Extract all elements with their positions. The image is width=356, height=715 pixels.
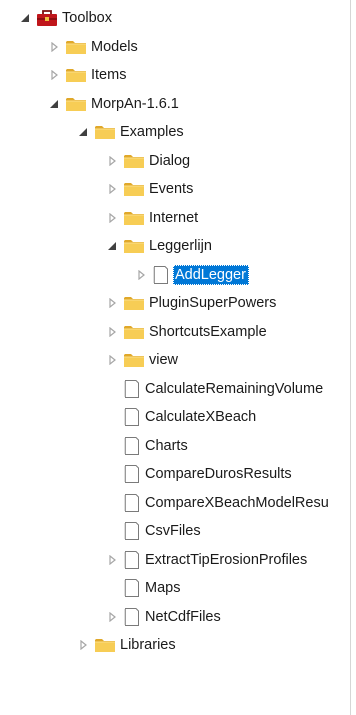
tree-item-label: Maps — [145, 580, 181, 597]
document-icon — [123, 379, 141, 399]
collapsed-arrow-icon[interactable] — [47, 68, 61, 82]
tree-item-label: MorpAn-1.6.1 — [91, 95, 179, 112]
tree-item[interactable]: Leggerlijn — [0, 232, 350, 261]
collapsed-arrow-icon[interactable] — [134, 268, 148, 282]
tree-item-label: view — [149, 352, 179, 369]
tree-item-label: Libraries — [120, 637, 176, 654]
tree-item-label: PluginSuperPowers — [149, 295, 277, 312]
expanded-arrow-icon[interactable] — [105, 239, 119, 253]
tree-item[interactable]: ShortcutsExample — [0, 318, 350, 347]
tree-item-label: Leggerlijn — [149, 238, 212, 255]
document-icon — [123, 550, 141, 570]
expander-placeholder — [105, 382, 119, 396]
expanded-arrow-icon[interactable] — [18, 11, 32, 25]
collapsed-arrow-icon[interactable] — [105, 182, 119, 196]
tree-item-label: CsvFiles — [145, 523, 201, 540]
folder-icon — [123, 181, 145, 197]
tree-item-label: CalculateRemainingVolume — [145, 380, 324, 397]
folder-icon — [123, 153, 145, 169]
tree-item[interactable]: Internet — [0, 204, 350, 233]
tree-item[interactable]: ExtractTipErosionProfiles — [0, 546, 350, 575]
tree-item[interactable]: view — [0, 346, 350, 375]
document-icon — [123, 578, 141, 598]
folder-icon — [65, 39, 87, 55]
tree-item-label: Internet — [149, 209, 199, 226]
tree-item[interactable]: CompareDurosResults — [0, 460, 350, 489]
folder-icon — [94, 124, 116, 140]
document-icon — [152, 265, 170, 285]
tree-item-label: AddLegger — [173, 264, 249, 285]
expanded-arrow-icon[interactable] — [76, 125, 90, 139]
folder-icon — [123, 324, 145, 340]
folder-icon — [94, 637, 116, 653]
expander-placeholder — [105, 496, 119, 510]
tree-item[interactable]: Toolbox — [0, 4, 350, 33]
tree-item[interactable]: PluginSuperPowers — [0, 289, 350, 318]
folder-icon — [123, 352, 145, 368]
tree-item[interactable]: CalculateRemainingVolume — [0, 375, 350, 404]
tree-item[interactable]: NetCdfFiles — [0, 603, 350, 632]
tree-item[interactable]: MorpAn-1.6.1 — [0, 90, 350, 119]
tree-item[interactable]: Charts — [0, 432, 350, 461]
tree-item-label: NetCdfFiles — [145, 608, 221, 625]
tree-item[interactable]: CalculateXBeach — [0, 403, 350, 432]
tree-item[interactable]: Maps — [0, 574, 350, 603]
folder-icon — [123, 295, 145, 311]
tree-item-label: ShortcutsExample — [149, 323, 267, 340]
expander-placeholder — [105, 581, 119, 595]
collapsed-arrow-icon[interactable] — [105, 154, 119, 168]
collapsed-arrow-icon[interactable] — [105, 610, 119, 624]
toolbox-icon — [36, 9, 58, 27]
document-icon — [123, 407, 141, 427]
tree-item[interactable]: Items — [0, 61, 350, 90]
tree-item[interactable]: Libraries — [0, 631, 350, 660]
folder-icon — [65, 67, 87, 83]
document-icon — [123, 607, 141, 627]
tree-item-label: Events — [149, 181, 194, 198]
tree-item[interactable]: AddLegger — [0, 261, 350, 290]
pane-divider — [350, 0, 351, 715]
collapsed-arrow-icon[interactable] — [76, 638, 90, 652]
tree-item[interactable]: CompareXBeachModelResu — [0, 489, 350, 518]
tree-item-label: Models — [91, 38, 138, 55]
tree-item-label: Dialog — [149, 152, 191, 169]
tree-item[interactable]: CsvFiles — [0, 517, 350, 546]
tree-item-label: CalculateXBeach — [145, 409, 257, 426]
tree-item[interactable]: Examples — [0, 118, 350, 147]
tree-item-label: Items — [91, 67, 127, 84]
tree-item-label: Charts — [145, 437, 188, 454]
collapsed-arrow-icon[interactable] — [105, 325, 119, 339]
collapsed-arrow-icon[interactable] — [105, 211, 119, 225]
expander-placeholder — [105, 467, 119, 481]
document-icon — [123, 521, 141, 541]
tree-item-label: CompareDurosResults — [145, 466, 292, 483]
folder-icon — [123, 210, 145, 226]
tree-item-label: Toolbox — [62, 10, 112, 27]
expanded-arrow-icon[interactable] — [47, 97, 61, 111]
tree-item-label: CompareXBeachModelResu — [145, 494, 329, 511]
tree-item[interactable]: Models — [0, 33, 350, 62]
collapsed-arrow-icon[interactable] — [47, 40, 61, 54]
tree-item-label: Examples — [120, 124, 184, 141]
collapsed-arrow-icon[interactable] — [105, 296, 119, 310]
tree-item-label: ExtractTipErosionProfiles — [145, 551, 308, 568]
tree-item[interactable]: Events — [0, 175, 350, 204]
folder-icon — [123, 238, 145, 254]
expander-placeholder — [105, 439, 119, 453]
toolbox-tree: Toolbox Models Items MorpAn-1.6.1 Examples Di… — [0, 4, 350, 715]
document-icon — [123, 464, 141, 484]
folder-icon — [65, 96, 87, 112]
tree-item[interactable]: Dialog — [0, 147, 350, 176]
expander-placeholder — [105, 410, 119, 424]
document-icon — [123, 436, 141, 456]
expander-placeholder — [105, 524, 119, 538]
document-icon — [123, 493, 141, 513]
collapsed-arrow-icon[interactable] — [105, 553, 119, 567]
collapsed-arrow-icon[interactable] — [105, 353, 119, 367]
